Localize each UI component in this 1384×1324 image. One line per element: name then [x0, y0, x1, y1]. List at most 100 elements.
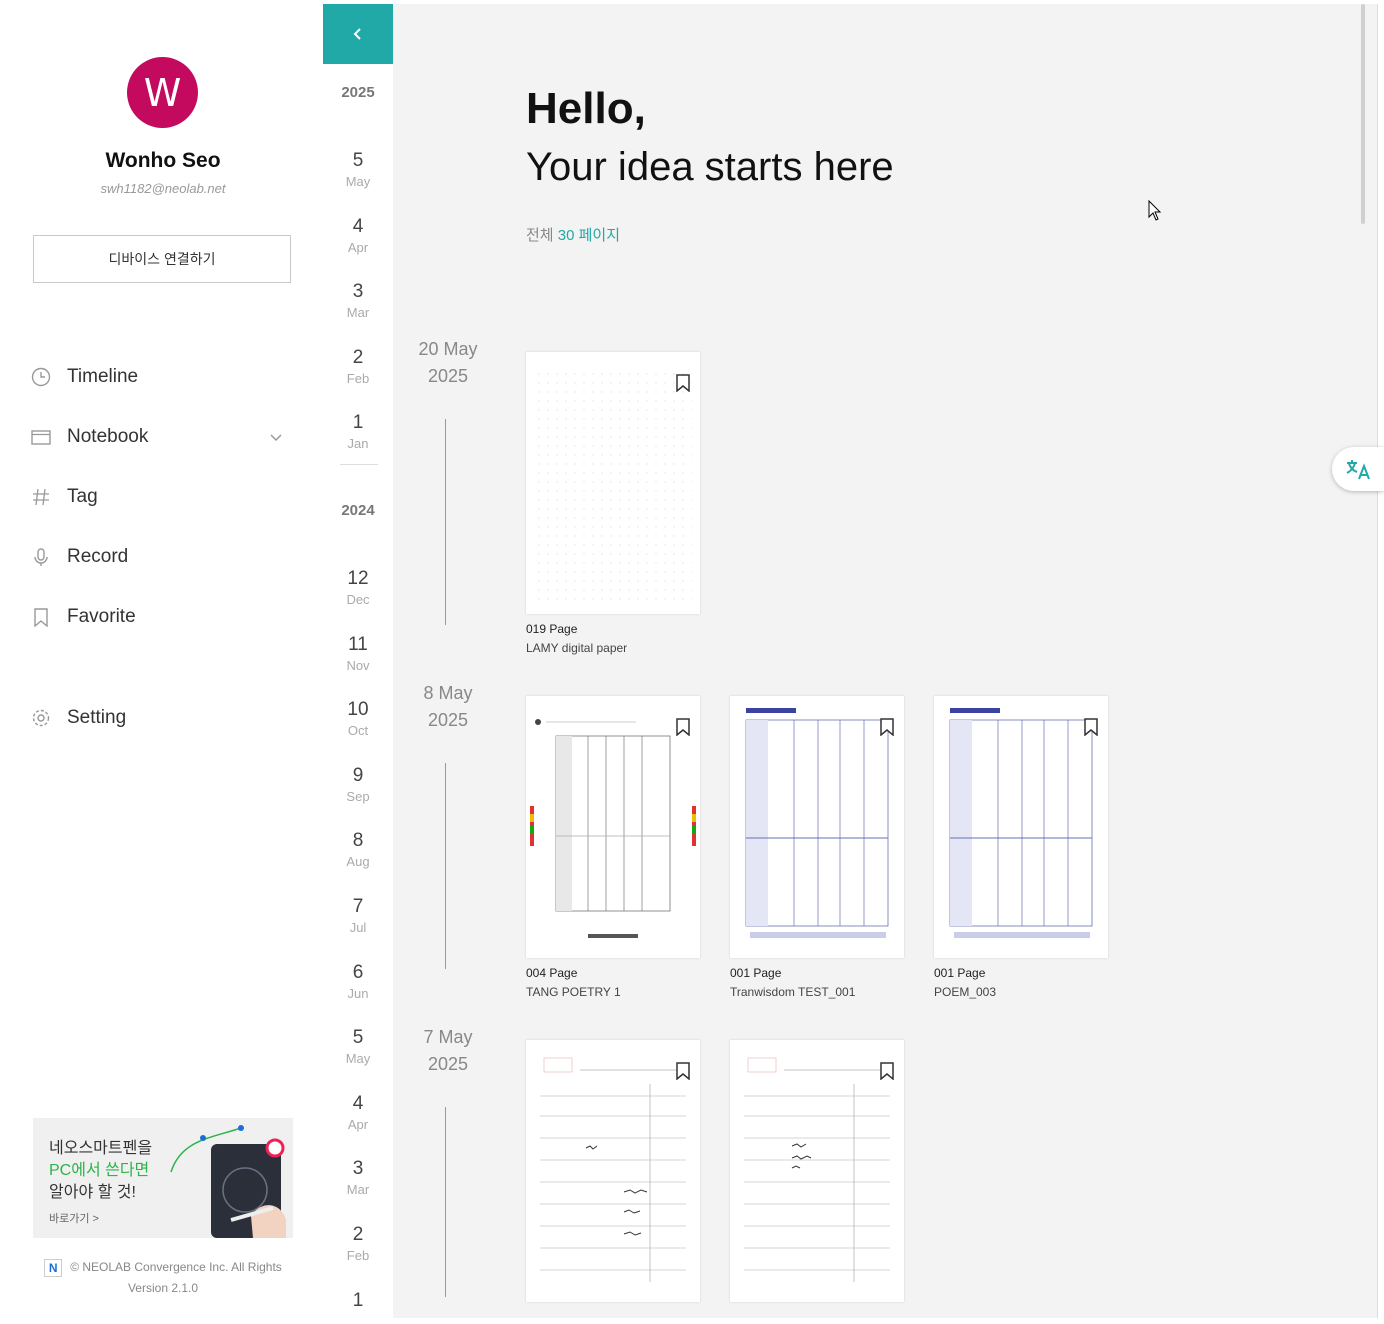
sidebar: W Wonho Seo swh1182@neolab.net 디바이스 연결하기… [3, 4, 324, 1318]
rail-month-name: Apr [347, 1116, 369, 1132]
rail-month[interactable]: 9 Sep [323, 765, 393, 804]
notebook-name: TANG POETRY 1 [526, 985, 621, 999]
group-day: 8 May [423, 683, 473, 703]
promo-banner[interactable]: 네오스마트펜을 PC에서 쓴다면 알아야 할 것! 바로가기 > [33, 1118, 293, 1238]
rail-month-number: 7 [352, 896, 364, 917]
rail-month[interactable]: 4 Apr [323, 1093, 393, 1132]
page-card[interactable] [526, 1040, 700, 1302]
rail-month[interactable]: 2 Feb [323, 347, 393, 386]
nav-timeline[interactable]: Timeline [31, 362, 291, 392]
group-date: 8 May 2025 [403, 680, 493, 734]
rail-month[interactable]: 6 Jun [323, 962, 393, 1001]
page-card[interactable] [730, 1040, 904, 1302]
nav-notebook[interactable]: Notebook [31, 422, 291, 452]
copyright-text: © NEOLAB Convergence Inc. All Rights [70, 1260, 282, 1275]
scrollbar[interactable] [1361, 4, 1365, 224]
avatar[interactable]: W [127, 57, 198, 128]
nav-timeline-label: Timeline [67, 366, 139, 387]
promo-link[interactable]: 바로가기 > [49, 1210, 99, 1226]
page-thumbnail[interactable] [526, 1040, 700, 1302]
promo-line-1: 네오스마트펜을 [49, 1140, 153, 1157]
rail-month[interactable]: 8 Aug [323, 830, 393, 869]
version-text: Version 2.1.0 [127, 1281, 199, 1295]
rail-month[interactable]: 1 Jan [323, 412, 393, 451]
nav-record[interactable]: Record [31, 542, 291, 572]
rail-year-2024[interactable]: 2024 [323, 502, 393, 519]
rail-month-number: 4 [352, 1092, 364, 1114]
page-thumbnail[interactable] [934, 696, 1108, 958]
page-card[interactable]: 019 Page LAMY digital paper [526, 352, 700, 655]
nav-setting-label: Setting [67, 707, 127, 728]
rail-month-number: 3 [352, 281, 364, 303]
notebook-name: POEM_003 [934, 985, 997, 999]
microphone-icon [31, 547, 51, 567]
rail-month[interactable]: 3 Mar [323, 1158, 393, 1197]
rail-month[interactable]: 5 May [323, 1027, 393, 1066]
nav-setting[interactable]: Setting [31, 703, 291, 733]
rail-month-name: Nov [346, 657, 370, 673]
page-card[interactable]: 001 Page Tranwisdom TEST_001 [730, 696, 904, 999]
notebook-icon [31, 427, 51, 447]
page-thumbnail[interactable] [526, 696, 700, 958]
rail-month[interactable]: 3 Mar [323, 281, 393, 320]
rail-month[interactable]: 11 Nov [323, 634, 393, 673]
rail-month-name: Dec [346, 592, 370, 607]
translate-button[interactable] [1332, 447, 1384, 491]
page-number: 019 Page [526, 622, 578, 636]
rail-month-name: Jul [349, 920, 367, 935]
chevron-left-icon [353, 28, 361, 40]
notebook-name: Tranwisdom TEST_001 [730, 985, 856, 999]
page-card[interactable]: 001 Page POEM_003 [934, 696, 1108, 999]
rail-month-number: 1 [352, 412, 364, 434]
rail-month[interactable]: 5 May [323, 150, 393, 189]
rail-month-number: 6 [352, 961, 364, 983]
rail-month-name: May [345, 1051, 371, 1067]
promo-line-2: PC에서 쓴다면 [49, 1162, 150, 1179]
rail-month-name: Feb [346, 1248, 370, 1263]
timeline-line [445, 419, 446, 625]
page-count: 전체 30 페이지 [526, 224, 620, 245]
page-thumbnail[interactable] [730, 1040, 904, 1302]
rail-month-name: May [345, 174, 371, 189]
connect-device-button[interactable]: 디바이스 연결하기 [33, 235, 291, 283]
page-number: 001 Page [730, 966, 782, 980]
neolab-logo-icon: N [44, 1259, 63, 1277]
rail-separator [340, 464, 378, 465]
page-thumbnail[interactable] [526, 352, 700, 614]
rail-month-name: Apr [347, 239, 369, 255]
nav-favorite[interactable]: Favorite [31, 602, 291, 632]
rail-month-number: 4 [352, 215, 364, 237]
rail-month[interactable]: 1 [323, 1290, 393, 1314]
group-year: 2025 [427, 710, 469, 730]
chevron-down-icon[interactable] [269, 428, 283, 450]
rail-month[interactable]: 10 Oct [323, 699, 393, 738]
rail-month-number: 9 [352, 764, 364, 786]
rail-month[interactable]: 12 Dec [323, 568, 393, 607]
nav-notebook-label: Notebook [67, 426, 149, 447]
page-number: 001 Page [934, 966, 986, 980]
rail-month-name: Sep [346, 788, 370, 804]
rail-month-name: Aug [346, 854, 370, 870]
rail-month-number: 2 [352, 346, 364, 368]
rail-month[interactable]: 2 Feb [323, 1224, 393, 1263]
nav-tag[interactable]: Tag [31, 482, 291, 512]
page-card[interactable]: 004 Page TANG POETRY 1 [526, 696, 700, 999]
page-count-prefix: 전체 [526, 227, 554, 244]
translate-icon [1346, 460, 1370, 480]
rail-month[interactable]: 4 Apr [323, 216, 393, 255]
page-count-value[interactable]: 30 페이지 [558, 227, 620, 244]
rail-year-2025[interactable]: 2025 [323, 84, 393, 101]
rail-month-number: 12 [347, 568, 369, 589]
rail-month[interactable]: 7 Jul [323, 896, 393, 935]
date-rail: 2025 5 May 4 Apr 3 Mar 2 Feb 1 Jan 2024 12 Dec 11 No… [323, 4, 393, 1318]
rail-month-number: 1 [352, 1289, 364, 1311]
notebook-name: LAMY digital paper [526, 641, 628, 655]
mouse-cursor-icon [1148, 200, 1162, 221]
bookmark-icon [31, 607, 51, 627]
footer-copyright: N © NEOLAB Convergence Inc. All Rights [3, 1259, 323, 1277]
greeting-title: Hello, [526, 84, 646, 133]
page-number: 004 Page [526, 966, 578, 980]
group-day: 20 May [418, 339, 478, 359]
collapse-button[interactable] [323, 4, 393, 64]
page-thumbnail[interactable] [730, 696, 904, 958]
